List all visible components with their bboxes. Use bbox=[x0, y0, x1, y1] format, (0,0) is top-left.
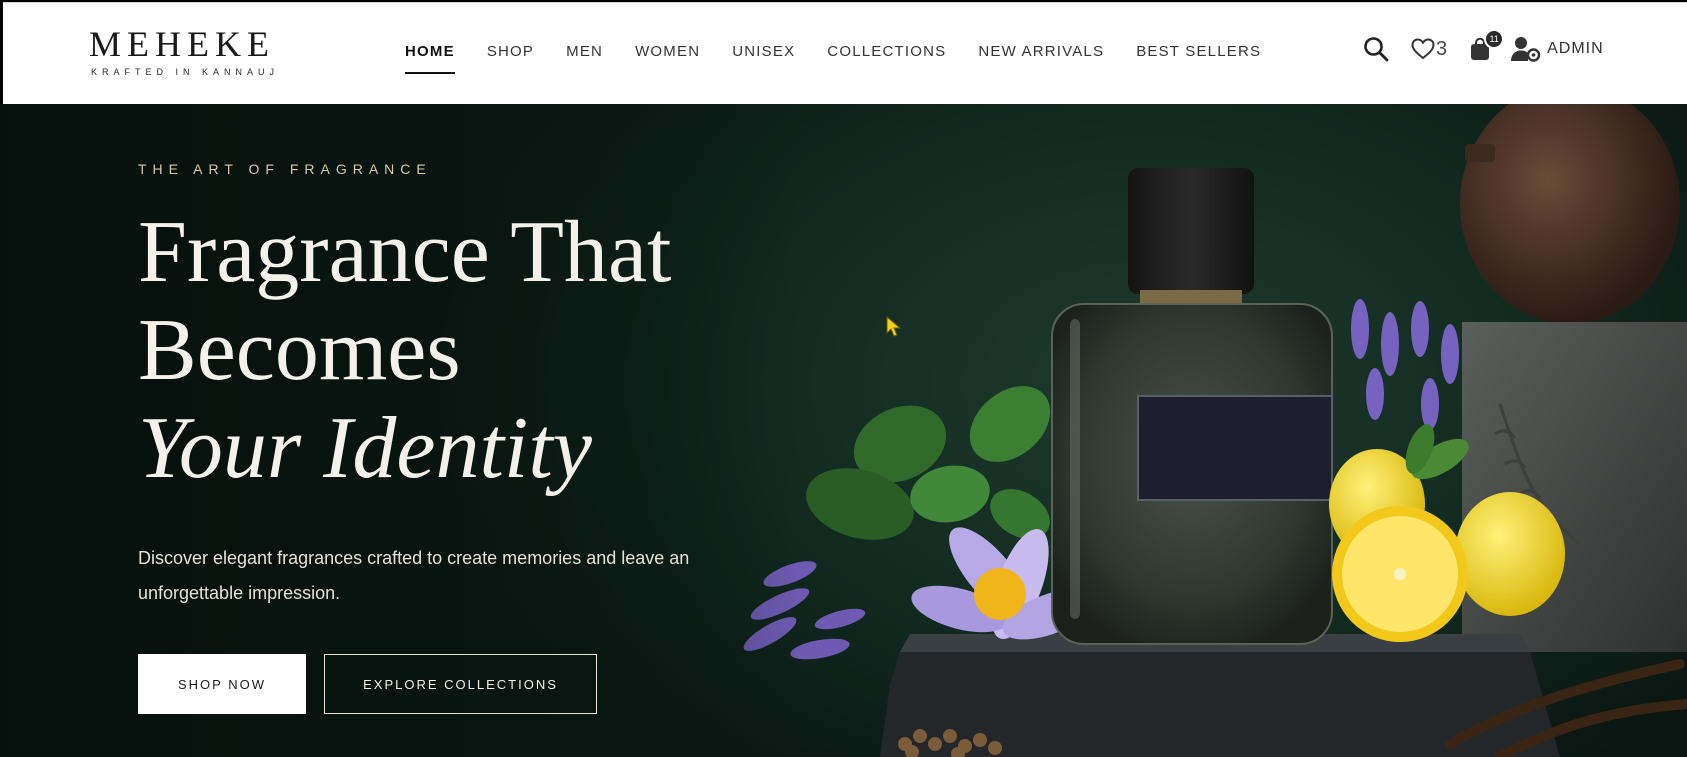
wishlist-count: 3 bbox=[1436, 37, 1448, 60]
mouse-cursor-icon bbox=[886, 316, 902, 337]
cart-count-badge: 11 bbox=[1484, 29, 1505, 49]
account-label: ADMIN bbox=[1547, 40, 1604, 57]
nav-item-home[interactable]: HOME bbox=[405, 43, 455, 74]
nav-item-women[interactable]: WOMEN bbox=[635, 43, 700, 60]
brand-name: MEHEKE bbox=[89, 24, 275, 64]
main-nav: HOME SHOP MEN WOMEN UNISEX COLLECTIONS N… bbox=[405, 43, 1293, 74]
user-gear-icon bbox=[1511, 37, 1541, 62]
shop-now-button[interactable]: SHOP NOW bbox=[138, 654, 306, 714]
nav-item-collections[interactable]: COLLECTIONS bbox=[827, 43, 946, 60]
hero-subtext-line-2: unforgettable impression. bbox=[138, 583, 341, 603]
perfume-bottle bbox=[1051, 168, 1333, 645]
nav-item-new-arrivals[interactable]: NEW ARRIVALS bbox=[978, 43, 1104, 60]
brand-tagline: KRAFTED IN KANNAUJ bbox=[91, 67, 280, 77]
headline-line-1: Fragrance That bbox=[138, 204, 672, 301]
headline-line-2: Becomes bbox=[138, 302, 461, 399]
explore-collections-button[interactable]: EXPLORE COLLECTIONS bbox=[324, 654, 597, 714]
lavender-right bbox=[1351, 299, 1459, 430]
copper-pot bbox=[1460, 104, 1680, 324]
brand-logo[interactable]: MEHEKE KRAFTED IN KANNAUJ bbox=[89, 25, 279, 77]
nav-item-best-sellers[interactable]: BEST SELLERS bbox=[1136, 43, 1261, 60]
hero-subtext: Discover elegant fragrances crafted to c… bbox=[138, 541, 758, 611]
header-actions: 3 11 ADMIN bbox=[1363, 29, 1604, 62]
nav-item-shop[interactable]: SHOP bbox=[487, 43, 534, 60]
heart-icon bbox=[1411, 38, 1435, 60]
hero-eyebrow: THE ART OF FRAGRANCE bbox=[138, 161, 432, 177]
hero-subtext-line-1: Discover elegant fragrances crafted to c… bbox=[138, 548, 690, 568]
search-button[interactable] bbox=[1363, 36, 1389, 62]
site-header: MEHEKE KRAFTED IN KANNAUJ HOME SHOP MEN … bbox=[3, 2, 1687, 104]
hero-banner: THE ART OF FRAGRANCE Fragrance That Beco… bbox=[0, 104, 1687, 757]
account-button[interactable]: ADMIN bbox=[1511, 36, 1604, 62]
wishlist-button[interactable]: 3 bbox=[1411, 38, 1447, 61]
basil-leaves bbox=[806, 386, 1051, 540]
cart-button[interactable]: 11 bbox=[1469, 29, 1505, 61]
nav-item-unisex[interactable]: UNISEX bbox=[732, 43, 795, 60]
headline-line-3: Your Identity bbox=[138, 400, 592, 497]
search-icon bbox=[1364, 37, 1389, 62]
hero-headline: Fragrance That Becomes Your Identity bbox=[138, 204, 671, 498]
nav-item-men[interactable]: MEN bbox=[566, 43, 603, 60]
